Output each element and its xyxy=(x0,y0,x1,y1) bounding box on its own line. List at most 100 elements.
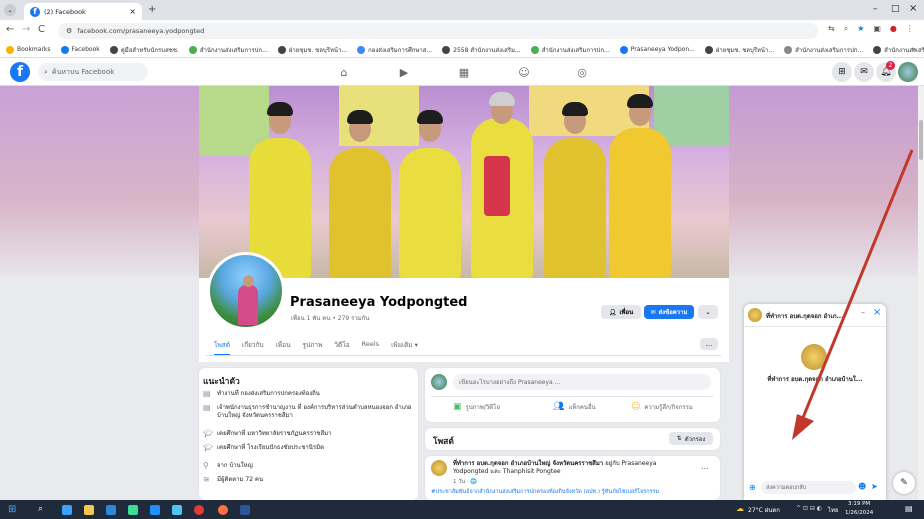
taskbar-search-icon[interactable]: ⌕ xyxy=(38,504,43,514)
menu-grid-icon[interactable]: ⊞ xyxy=(832,62,852,82)
profile-tab[interactable]: เพื่อน xyxy=(276,340,291,356)
video-icon[interactable]: ▶ xyxy=(394,62,414,82)
start-icon[interactable]: ⊞ xyxy=(8,504,16,515)
new-tab-button[interactable]: + xyxy=(148,4,156,15)
intro-row-text[interactable]: มีผู้ติดตาม 72 คน xyxy=(217,476,413,484)
browser-tab[interactable]: f (2) Facebook × xyxy=(24,3,142,20)
forward-icon[interactable]: → xyxy=(22,24,30,35)
bookmark-item[interactable]: Prasaneeya Yodpon... xyxy=(619,45,695,54)
intro-row-text[interactable]: เจ้าพนักงานธุรการชำนาญงาน ที่ องค์การบริ… xyxy=(217,404,413,420)
bookmark-item[interactable]: คู่มือสำหรับนักรบสชช. xyxy=(109,45,179,55)
profile-friends-count[interactable]: เพื่อน 1 พัน คน • 279 รวมกัน xyxy=(291,313,369,323)
bookmark-item[interactable]: กองส่งเสริมการศึกษาส... xyxy=(357,45,432,55)
profile-icon[interactable]: ● xyxy=(890,24,897,34)
tab-close-icon[interactable]: × xyxy=(129,7,136,16)
chrome-icon[interactable] xyxy=(194,505,204,515)
photo-video-action[interactable]: ▣ รูปภาพ/วิดีโอ xyxy=(453,402,500,412)
gaming-icon[interactable]: ◎ xyxy=(572,62,592,82)
facebook-logo-icon[interactable]: f xyxy=(10,62,30,82)
tray-icons[interactable]: ^ ⊡ ⊟ ◐ xyxy=(796,505,822,512)
chat-close-icon[interactable]: × xyxy=(873,307,881,318)
profile-tab[interactable]: วิดีโอ xyxy=(334,340,349,356)
tab-search-icon[interactable]: ⌄ xyxy=(4,4,16,16)
word-icon[interactable] xyxy=(240,505,250,515)
bookmark-item[interactable]: Bookmarks xyxy=(6,45,51,54)
account-avatar[interactable] xyxy=(898,62,918,82)
filter-button[interactable]: ⇅ ตัวกรอง xyxy=(669,432,713,445)
back-icon[interactable]: ← xyxy=(6,24,14,35)
more-bookmarks-icon[interactable]: » xyxy=(912,46,916,53)
tabs-more-button[interactable]: ... xyxy=(700,338,718,350)
intro-row-text[interactable]: เคยศึกษาที่ โรงเรียนปักธงชัยประชานิรมิต xyxy=(217,444,413,452)
profile-tab[interactable]: เพิ่มเติม ▾ xyxy=(391,340,418,356)
bookmark-favicon-icon xyxy=(704,45,713,54)
intro-title: แนะนำตัว xyxy=(203,377,240,387)
reload-icon[interactable]: C xyxy=(38,24,45,35)
menu-kebab-icon[interactable]: ⋮ xyxy=(906,24,914,34)
bookmark-item[interactable]: Facebook xyxy=(60,45,100,54)
intro-row: ▤ ทำงานที่ กองส่งเสริมการปกครองท้องถิ่น xyxy=(203,390,413,398)
post-more-icon[interactable]: ... xyxy=(701,462,709,471)
bookmark-item[interactable]: สำนักงานส่งเสริมการปก... xyxy=(784,45,863,55)
translate-icon[interactable]: ⇆ xyxy=(828,24,835,34)
post-author-avatar[interactable] xyxy=(431,460,447,476)
intro-row-text[interactable]: ทำงานที่ กองส่งเสริมการปกครองท้องถิ่น xyxy=(217,390,413,398)
chat-add-icon[interactable]: ⊕ xyxy=(749,483,756,492)
messenger-icon[interactable]: ✉ xyxy=(854,62,874,82)
profile-tab[interactable]: โพสต์ xyxy=(214,340,230,356)
bookmark-item[interactable]: ฝ่ายชุมช. ชลบุรีหน้า... xyxy=(704,45,774,55)
action-center-icon[interactable]: ▤ xyxy=(905,504,913,513)
site-info-icon[interactable]: ⚙ xyxy=(66,27,72,35)
address-bar[interactable]: ⚙ facebook.com/prasaneeya.yodpongted xyxy=(58,23,818,39)
profile-more-button[interactable]: ⌄ xyxy=(698,305,718,319)
maximize-window-button[interactable]: □ xyxy=(891,4,900,14)
photos-icon[interactable] xyxy=(172,505,182,515)
chat-message-input[interactable]: ส่งความตอบกลับ xyxy=(761,481,856,494)
feeling-action[interactable]: ☺ ความรู้สึก/กิจกรรม xyxy=(631,402,693,412)
message-button[interactable]: ✉ ส่งข้อความ xyxy=(644,305,694,319)
home-icon[interactable]: ⌂ xyxy=(334,62,354,82)
friends-button[interactable]: 👤︎ เพื่อน xyxy=(601,305,641,319)
new-message-icon[interactable]: ✎ xyxy=(893,472,915,494)
facebook-search-input[interactable]: ⌕ ค้นหาบน Facebook xyxy=(38,63,148,81)
cover-blur-left xyxy=(0,86,199,276)
store-icon[interactable] xyxy=(106,505,116,515)
bookmark-item[interactable]: ฝ่ายชุมช. ชลบุรีหน้า... xyxy=(277,45,347,55)
sidepanel-icon[interactable]: ▣ xyxy=(873,24,881,34)
zoom-icon[interactable]: ⌕ xyxy=(844,24,848,34)
post-author[interactable]: ที่ทำการ อบต.กุดจอก อำเภอบ้านใหญ่ จังหวั… xyxy=(453,460,603,467)
profile-tab[interactable]: เกี่ยวกับ xyxy=(242,340,264,356)
profile-tab[interactable]: รูปภาพ xyxy=(303,340,323,356)
post-time[interactable]: 1 วัน · 🌐 xyxy=(453,478,477,486)
page-scrollbar-thumb[interactable] xyxy=(919,120,923,160)
bookmark-item[interactable]: สำนักงานส่งเสริมการปก... xyxy=(873,45,924,55)
tag-people-action[interactable]: 👥︎ แท็กคนอื่น xyxy=(553,402,596,412)
bookmark-star-icon[interactable]: ★ xyxy=(857,24,864,34)
profile-avatar[interactable] xyxy=(207,252,285,330)
firefox-icon[interactable] xyxy=(218,505,228,515)
file-explorer-icon[interactable] xyxy=(84,505,94,515)
marketplace-icon[interactable]: ▦ xyxy=(454,62,474,82)
bookmark-item[interactable]: สำนักงานส่งเสริมการปก... xyxy=(530,45,610,55)
close-window-button[interactable]: × xyxy=(909,3,917,14)
cover-photo[interactable] xyxy=(199,86,729,278)
edge-icon[interactable] xyxy=(128,505,138,515)
chat-header-title[interactable]: ที่ทำการ อบต.กุดจอก อำเภ... xyxy=(766,311,856,321)
chat-send-icon[interactable]: ➤ xyxy=(871,482,878,491)
weather-text[interactable]: 27°C ฝนตก xyxy=(748,505,780,515)
chat-minimize-icon[interactable]: – xyxy=(861,308,865,317)
composer-input[interactable]: เขียนอะไรบางอย่างถึง Prasaneeya ... xyxy=(453,374,711,390)
profile-tab[interactable]: Reels xyxy=(362,340,379,356)
minimize-window-button[interactable]: – xyxy=(873,4,878,14)
taskview-icon[interactable] xyxy=(62,505,72,515)
bookmark-item[interactable]: สำนักงานส่งเสริมการปก... xyxy=(188,45,268,55)
intro-row-text[interactable]: เคยศึกษาที่ มหาวิทยาลัยราชภัฏนครราชสีมา xyxy=(217,430,413,438)
mail-icon[interactable] xyxy=(150,505,160,515)
chat-emoji-icon[interactable]: ☻ xyxy=(858,482,866,491)
intro-row-text[interactable]: จาก บ้านใหญ่ xyxy=(217,462,413,470)
clock-time[interactable]: 3:19 PM xyxy=(848,501,870,507)
groups-icon[interactable]: ☺ xyxy=(514,62,534,82)
clock-date[interactable]: 1/26/2024 xyxy=(845,510,873,516)
bookmark-item[interactable]: 2558 สำนักงานส่งเสริม... xyxy=(442,45,521,55)
language-indicator[interactable]: ไทย xyxy=(828,505,839,515)
